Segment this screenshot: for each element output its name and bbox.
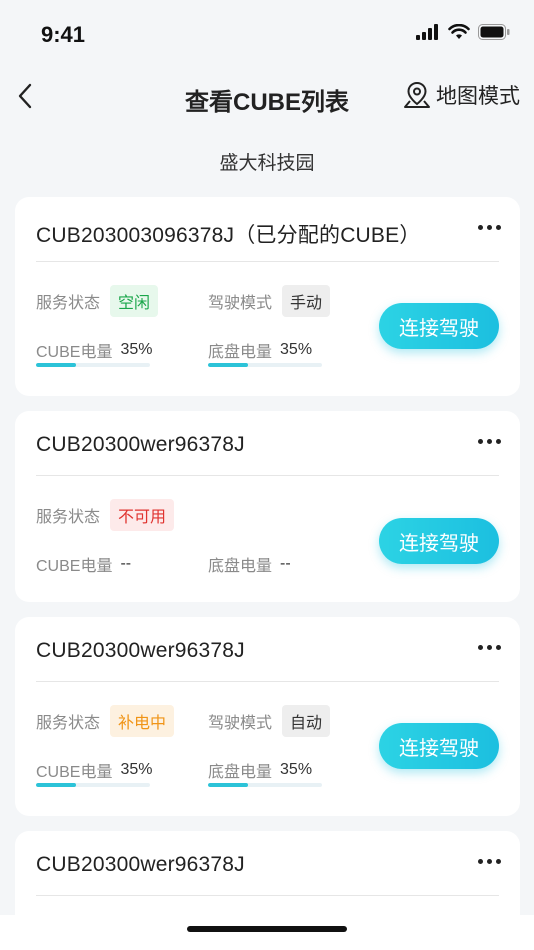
- status-badge: 空闲: [110, 285, 159, 317]
- more-dot: [487, 859, 492, 864]
- service-status-field: 服务状态 空闲: [36, 285, 159, 317]
- map-mode-label: 地图模式: [436, 85, 520, 108]
- chevron-left-icon: [18, 83, 32, 109]
- more-dot: [487, 439, 492, 444]
- signal-icon: [416, 24, 438, 40]
- battery-icon: [478, 24, 510, 40]
- drive-mode-badge: 手动: [282, 285, 331, 317]
- chassis-power-field: 底盘电量 --: [208, 552, 291, 576]
- cube-card[interactable]: CUB20300wer96378J: [15, 831, 520, 921]
- drive-mode-field: 驾驶模式 手动: [208, 285, 331, 317]
- chassis-power-field: 底盘电量 35%: [208, 758, 312, 782]
- home-indicator[interactable]: [187, 926, 347, 932]
- drive-mode-field: 驾驶模式 自动: [208, 705, 331, 737]
- cube-card[interactable]: CUB20300wer96378J 服务状态 补电中 驾驶模式 自动 CUBE电…: [15, 617, 520, 816]
- chassis-power-label: 底盘电量: [208, 558, 273, 575]
- cube-power-field: CUBE电量 35%: [36, 758, 153, 782]
- cube-list: CUB203003096378J（已分配的CUBE） 服务状态 空闲 驾驶模式 …: [15, 197, 520, 936]
- chassis-power-label: 底盘电量: [208, 764, 273, 781]
- card-header: CUB20300wer96378J: [36, 639, 501, 682]
- more-dot: [496, 859, 501, 864]
- cube-power-value: 35%: [120, 761, 153, 778]
- cube-card[interactable]: CUB20300wer96378J 服务状态 不可用 CUBE电量 -- 底盘电…: [15, 411, 520, 602]
- map-pin-icon: [404, 81, 430, 108]
- chassis-power-field: 底盘电量 35%: [208, 338, 312, 362]
- card-title: CUB203003096378J（已分配的CUBE）: [36, 224, 421, 247]
- cube-power-field: CUBE电量 --: [36, 552, 131, 576]
- cube-power-bar-fill: [36, 363, 76, 367]
- chassis-power-label: 底盘电量: [208, 344, 273, 361]
- bottom-safe-area: [0, 915, 534, 950]
- card-header: CUB20300wer96378J: [36, 853, 501, 896]
- cube-power-bar: [36, 363, 150, 367]
- drive-mode-label: 驾驶模式: [208, 295, 273, 312]
- cube-power-label: CUBE电量: [36, 344, 113, 361]
- chassis-power-bar-fill: [208, 783, 248, 787]
- cube-power-value: --: [120, 555, 132, 572]
- connect-drive-button[interactable]: 连接驾驶: [379, 303, 499, 349]
- cube-power-bar-fill: [36, 783, 76, 787]
- cube-power-value: 35%: [120, 341, 153, 358]
- chassis-power-bar: [208, 783, 322, 787]
- more-button[interactable]: [478, 439, 501, 444]
- more-dot: [487, 225, 492, 230]
- chassis-power-value: --: [280, 555, 291, 572]
- service-status-label: 服务状态: [36, 715, 101, 732]
- card-title: CUB20300wer96378J: [36, 639, 245, 662]
- more-dot: [496, 645, 501, 650]
- cube-power-label: CUBE电量: [36, 558, 113, 575]
- service-status-field: 服务状态 补电中: [36, 705, 175, 737]
- cube-power-label: CUBE电量: [36, 764, 113, 781]
- card-header: CUB20300wer96378J: [36, 433, 501, 476]
- status-time: 9:41: [41, 22, 86, 47]
- map-mode-button[interactable]: 地图模式: [402, 80, 520, 110]
- status-badge: 补电中: [110, 705, 175, 737]
- chassis-power-bar-fill: [208, 363, 248, 367]
- chassis-power-value: 35%: [280, 761, 313, 778]
- chassis-power-value: 35%: [280, 341, 313, 358]
- more-button[interactable]: [478, 225, 501, 230]
- card-title: CUB20300wer96378J: [36, 853, 245, 876]
- more-button[interactable]: [478, 859, 501, 864]
- more-dot: [478, 439, 483, 444]
- nav-bar: 查看CUBE列表 地图模式: [0, 72, 534, 122]
- service-status-label: 服务状态: [36, 509, 101, 526]
- drive-mode-badge: 自动: [282, 705, 331, 737]
- status-badge: 不可用: [110, 499, 175, 531]
- more-dot: [478, 859, 483, 864]
- more-dot: [478, 225, 483, 230]
- location-name: 盛大科技园: [219, 153, 315, 174]
- card-title: CUB20300wer96378J: [36, 433, 245, 456]
- back-button[interactable]: [10, 78, 40, 114]
- status-bar: 9:41: [0, 0, 534, 70]
- card-header: CUB203003096378J（已分配的CUBE）: [36, 219, 501, 262]
- more-button[interactable]: [478, 645, 501, 650]
- connect-drive-button[interactable]: 连接驾驶: [379, 518, 499, 564]
- connect-drive-button[interactable]: 连接驾驶: [379, 723, 499, 769]
- chassis-power-bar: [208, 363, 322, 367]
- cube-power-bar: [36, 783, 150, 787]
- more-dot: [478, 645, 483, 650]
- more-dot: [496, 225, 501, 230]
- status-icons: [416, 24, 510, 40]
- drive-mode-label: 驾驶模式: [208, 715, 273, 732]
- service-status-label: 服务状态: [36, 295, 101, 312]
- service-status-field: 服务状态 不可用: [36, 499, 175, 531]
- more-dot: [496, 439, 501, 444]
- cube-card[interactable]: CUB203003096378J（已分配的CUBE） 服务状态 空闲 驾驶模式 …: [15, 197, 520, 396]
- wifi-icon: [448, 24, 470, 39]
- more-dot: [487, 645, 492, 650]
- cube-power-field: CUBE电量 35%: [36, 338, 153, 362]
